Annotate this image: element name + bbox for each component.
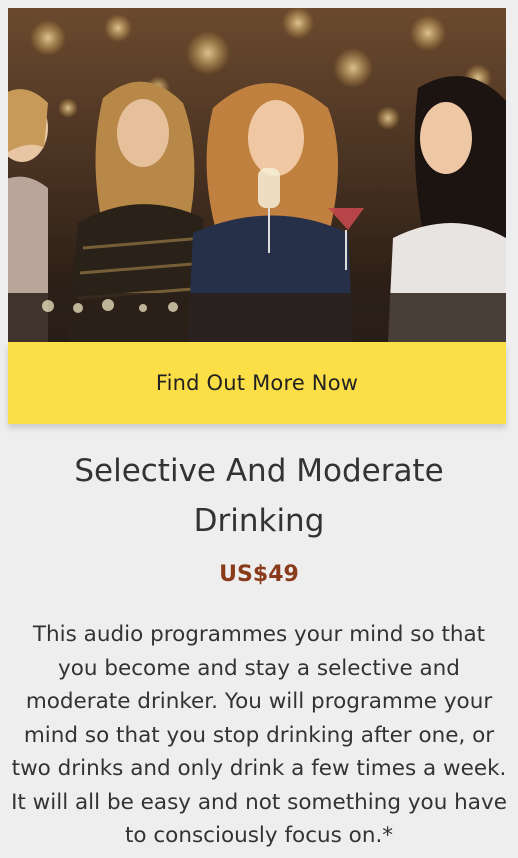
bar-scene-illustration xyxy=(8,8,506,342)
product-title: Selective And Moderate Drinking xyxy=(74,453,444,539)
product-price: US$49 xyxy=(219,562,299,587)
find-out-more-label: Find Out More Now xyxy=(155,371,359,395)
find-out-more-button[interactable]: Find Out More Now xyxy=(8,342,506,424)
product-image[interactable] xyxy=(8,8,506,342)
product-card: Find Out More Now Selective And Moderate… xyxy=(0,0,518,858)
product-description: This audio programmes your mind so that … xyxy=(11,622,507,848)
